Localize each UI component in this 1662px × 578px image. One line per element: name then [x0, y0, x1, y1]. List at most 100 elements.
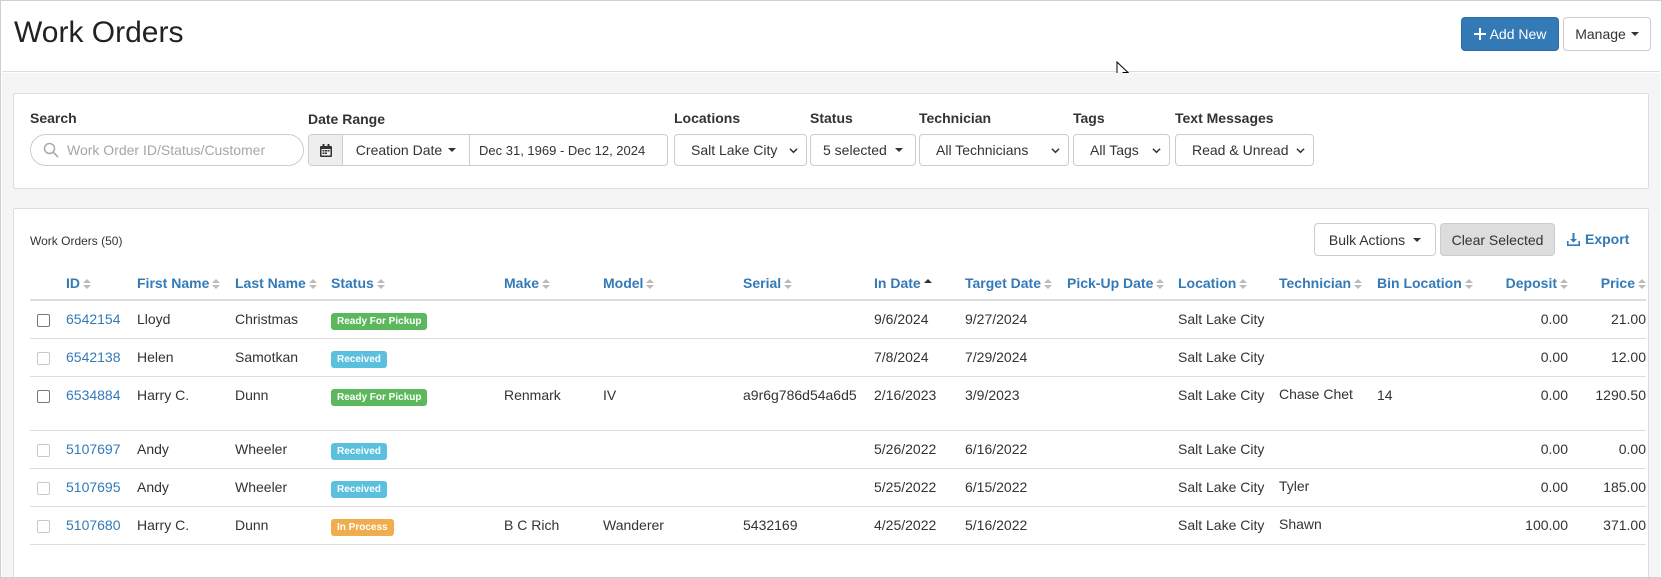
table-row[interactable]: 5107695 Andy Wheeler Received 5/25/2022 6/15/…: [30, 468, 1646, 507]
caret-down-icon: [1413, 237, 1422, 242]
column-header-technician[interactable]: Technician: [1279, 266, 1377, 301]
target-date-cell: 6/16/2022: [965, 430, 1067, 469]
clear-selected-button[interactable]: Clear Selected: [1440, 223, 1555, 256]
first-name-cell: Harry C.: [137, 506, 235, 545]
deposit-cell: 0.00: [1483, 430, 1568, 469]
status-badge: Ready For Pickup: [331, 313, 428, 330]
serial-cell-text: a9r6g786d54a6d5: [743, 386, 857, 403]
technician-cell: Shawn: [1279, 506, 1377, 545]
bin-location-cell: [1377, 338, 1483, 377]
deposit-cell: 0.00: [1483, 300, 1568, 339]
work-order-id-link[interactable]: 5107697: [66, 441, 121, 457]
model-cell: [603, 468, 743, 507]
work-order-id-link[interactable]: 5107680: [66, 517, 121, 533]
target-date-cell-text: 6/16/2022: [965, 440, 1028, 457]
table-row[interactable]: 5107680 Harry C. Dunn In Process B C Rich Wan…: [30, 506, 1646, 545]
bin-location-cell: [1377, 506, 1483, 545]
column-header-label: In Date: [874, 274, 921, 291]
date-type-dropdown[interactable]: Creation Date: [343, 135, 470, 165]
technician-cell: Chase Chet: [1279, 376, 1377, 431]
sort-icon: [643, 275, 655, 291]
row-checkbox[interactable]: [37, 481, 50, 495]
add-new-button[interactable]: Add New: [1461, 17, 1559, 51]
column-header-first-name[interactable]: First Name: [137, 266, 235, 301]
search-input[interactable]: [67, 142, 287, 158]
work-order-id-link[interactable]: 5107695: [66, 479, 121, 495]
text-messages-select[interactable]: Read & Unread: [1175, 134, 1314, 166]
column-header-label: Target Date: [965, 274, 1041, 291]
column-header-target-date[interactable]: Target Date: [965, 266, 1067, 301]
manage-dropdown-button[interactable]: Manage: [1563, 17, 1651, 51]
in-date-cell-text: 5/25/2022: [874, 478, 937, 495]
location-cell: Salt Lake City: [1178, 506, 1279, 545]
bulk-actions-button[interactable]: Bulk Actions: [1314, 223, 1436, 256]
column-header-label: Bin Location: [1377, 274, 1462, 291]
row-checkbox[interactable]: [37, 443, 50, 457]
work-order-id-link[interactable]: 6542138: [66, 349, 121, 365]
column-header-model[interactable]: Model: [603, 266, 743, 301]
table-row[interactable]: 6542138 Helen Samotkan Received 7/8/2024 7/29…: [30, 338, 1646, 377]
target-date-cell: 7/29/2024: [965, 338, 1067, 377]
row-select-cell: [30, 430, 66, 469]
work-order-id-link[interactable]: 6534884: [66, 387, 121, 403]
technician-cell: [1279, 338, 1377, 377]
make-cell: [504, 338, 603, 377]
search-field[interactable]: [30, 134, 304, 166]
serial-cell: [743, 468, 874, 507]
column-header-price[interactable]: Price: [1568, 266, 1646, 301]
bin-location-cell: 14: [1377, 376, 1483, 431]
date-range-input[interactable]: Dec 31, 1969 - Dec 12, 2024: [470, 143, 645, 158]
column-header-pick-up-date[interactable]: Pick-Up Date: [1067, 266, 1178, 301]
sort-icon: [80, 275, 91, 291]
locations-select[interactable]: Salt Lake City: [674, 134, 807, 166]
tags-select[interactable]: All Tags: [1073, 134, 1170, 166]
row-checkbox[interactable]: [37, 314, 50, 327]
page-title: Work Orders: [14, 16, 184, 49]
column-header-label: Serial: [743, 274, 782, 291]
technician-cell: Tyler: [1279, 468, 1377, 507]
plus-icon: [1473, 28, 1486, 40]
column-header-id[interactable]: ID: [66, 266, 137, 301]
column-header-label: Status: [331, 274, 374, 291]
status-multiselect[interactable]: 5 selected: [810, 134, 916, 166]
table-row[interactable]: 5107697 Andy Wheeler Received 5/26/2022 6/16/…: [30, 430, 1646, 469]
row-checkbox[interactable]: [37, 389, 50, 403]
column-header-location[interactable]: Location: [1178, 266, 1279, 301]
deposit-cell-text: 0.00: [1540, 440, 1568, 457]
sort-icon: [1041, 275, 1052, 291]
price-cell-text: 371.00: [1603, 516, 1646, 533]
last-name-cell-text: Dunn: [235, 386, 269, 403]
locations-label: Locations: [674, 110, 741, 126]
add-new-label: Add New: [1489, 26, 1547, 42]
export-link[interactable]: Export: [1567, 231, 1629, 247]
column-header-deposit[interactable]: Deposit: [1483, 266, 1568, 301]
filters-panel: Search Date Range Creation Date Dec 31, …: [13, 93, 1649, 189]
last-name-cell: Wheeler: [235, 430, 331, 469]
column-header-label: Location: [1178, 274, 1237, 291]
column-header-in-date[interactable]: In Date: [874, 266, 965, 301]
target-date-cell: 9/27/2024: [965, 300, 1067, 339]
column-header-bin-location[interactable]: Bin Location: [1377, 266, 1483, 301]
model-cell: [603, 430, 743, 469]
row-checkbox[interactable]: [37, 351, 50, 365]
first-name-cell: Lloyd: [137, 300, 235, 339]
status-cell: Received: [331, 468, 504, 507]
column-header-last-name[interactable]: Last Name: [235, 266, 331, 301]
column-header-status[interactable]: Status: [331, 266, 504, 301]
column-header-make[interactable]: Make: [504, 266, 603, 301]
sort-icon: [1462, 275, 1473, 291]
work-order-id-cell: 6542138: [66, 338, 137, 377]
column-header-label: Pick-Up Date: [1067, 274, 1154, 291]
calendar-button[interactable]: [309, 135, 343, 165]
chevron-down-icon: [789, 147, 798, 153]
table-row[interactable]: 6534884 Harry C. Dunn Ready For Pickup Renma…: [30, 376, 1646, 431]
table-row[interactable]: 6542154 Lloyd Christmas Ready For Pickup 9/6…: [30, 300, 1646, 339]
row-checkbox[interactable]: [37, 519, 50, 533]
pickup-date-cell: [1067, 300, 1178, 339]
column-header-serial[interactable]: Serial: [743, 266, 874, 301]
technician-select[interactable]: All Technicians: [919, 134, 1069, 166]
work-order-id-link[interactable]: 6542154: [66, 311, 121, 327]
technician-cell: [1279, 300, 1377, 339]
first-name-cell-text: Harry C.: [137, 386, 190, 403]
sort-icon: [209, 275, 221, 291]
